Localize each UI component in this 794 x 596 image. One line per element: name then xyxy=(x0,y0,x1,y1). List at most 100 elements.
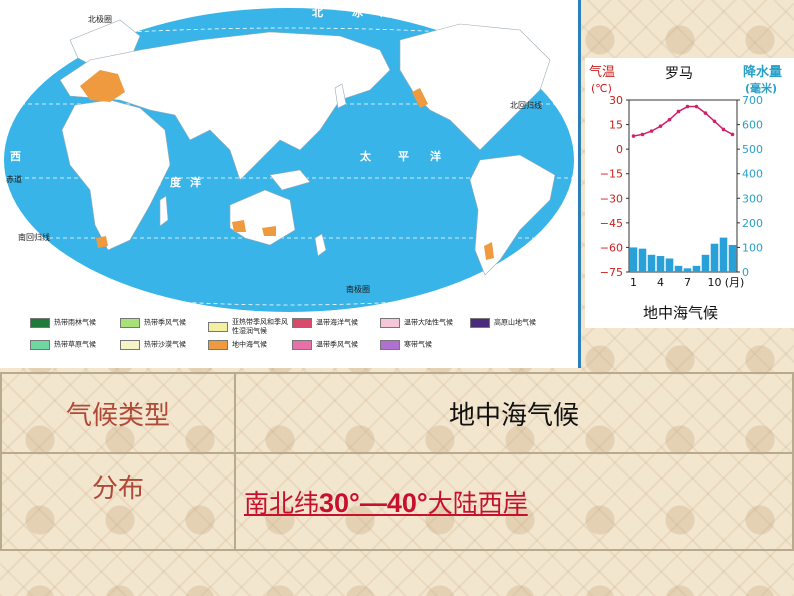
legend-item: 热带草原气候 xyxy=(30,340,96,350)
legend-swatch xyxy=(292,340,312,350)
distribution-part-c: 大陆西岸 xyxy=(427,488,528,518)
label-atlantic-west: 西 xyxy=(10,150,21,163)
label-tropic-n: 北回归线 xyxy=(510,100,542,110)
precipitation-tick-label: 100 xyxy=(742,241,763,254)
chart-caption: 地中海气候 xyxy=(643,304,718,322)
month-tick-label: 1 xyxy=(630,276,637,289)
chart-plot-area: 30 15 0 −15 −30 −45 −60 −75 700 600 500 400 300 200 10… xyxy=(600,94,763,289)
month-unit-label: (月) xyxy=(725,276,745,289)
label-indian-3: 洋 xyxy=(190,175,201,189)
temperature-tick-label: 30 xyxy=(609,94,623,107)
legend-swatch xyxy=(120,318,140,328)
label-pacific-1: 太 xyxy=(359,149,372,163)
label-pacific-2: 平 xyxy=(398,150,409,163)
legend-swatch xyxy=(30,318,50,328)
label-atlantic-da: 大 xyxy=(48,55,59,69)
legend-item: 温带季风气候 xyxy=(292,340,358,350)
legend-item: 寒带气候 xyxy=(380,340,432,350)
legend-swatch xyxy=(30,340,50,350)
temperature-point xyxy=(712,119,717,124)
world-map: 北极圈 南极圈 北回归线 南回归线 赤道 北 冰 洋 印 度 洋 太 平 洋 西… xyxy=(4,5,574,312)
legend-swatch xyxy=(380,340,400,350)
climate-chart-panel: 气温 (℃) 罗马 降水量 (毫米) 30 15 0 −15 −30 −45 −60 −75 7… xyxy=(585,58,794,328)
label-indian-2: 度 xyxy=(170,175,182,189)
temperature-tick-label: 0 xyxy=(616,143,623,156)
precipitation-bar xyxy=(656,256,665,272)
climate-info-table: 气候类型 地中海气候 分布 南北纬30°—40°大陆西岸 xyxy=(0,372,794,551)
precipitation-bar xyxy=(683,268,692,272)
mediterranean-region-south-africa xyxy=(96,236,108,248)
legend-label: 高原山地气候 xyxy=(494,318,536,327)
distribution-part-a: 南北纬 xyxy=(244,488,320,518)
legend-label: 热带沙漠气候 xyxy=(144,340,186,349)
legend-swatch xyxy=(292,318,312,328)
precipitation-axis-unit: (毫米) xyxy=(745,81,777,95)
legend-item: 亚热带季风和季风性湿润气候 xyxy=(208,318,292,336)
precipitation-bar xyxy=(647,254,656,272)
table-row: 分布 南北纬30°—40°大陆西岸 xyxy=(0,452,794,551)
month-tick-label: 4 xyxy=(657,276,664,289)
temperature-line xyxy=(633,105,733,137)
label-pacific-3: 洋 xyxy=(430,149,441,163)
temperature-point xyxy=(676,109,681,114)
precipitation-tick-label: 700 xyxy=(742,94,763,107)
distribution-label: 分布 xyxy=(0,452,236,551)
legend-label: 亚热带季风和季风性湿润气候 xyxy=(232,318,288,335)
temperature-axis-label: 气温 xyxy=(589,64,615,80)
precipitation-bar xyxy=(710,243,719,272)
label-indian-1: 印 xyxy=(150,176,161,189)
legend-label: 热带季风气候 xyxy=(144,318,186,327)
temperature-point xyxy=(694,104,699,109)
legend-item: 热带雨林气候 xyxy=(30,318,96,328)
legend-swatch xyxy=(120,340,140,350)
month-tick-label: 7 xyxy=(684,276,691,289)
legend-swatch xyxy=(380,318,400,328)
precipitation-axis-label: 降水量 xyxy=(743,64,782,80)
temperature-tick-label: −60 xyxy=(600,241,623,254)
label-equator: 赤道 xyxy=(6,174,22,184)
temperature-tick-label: −45 xyxy=(600,217,623,230)
temperature-point xyxy=(703,111,708,115)
legend-label: 热带草原气候 xyxy=(54,340,96,349)
month-tick-label: 10 xyxy=(708,276,722,289)
label-arctic-circle-n: 北极圈 xyxy=(88,14,112,24)
label-arctic-circle-s: 南极圈 xyxy=(346,284,370,294)
map-legend: 热带雨林气候 热带季风气候 亚热带季风和季风性湿润气候 温带海洋气候 温带大陆性气候 高原… xyxy=(30,318,560,362)
temperature-tick-label: −30 xyxy=(600,192,623,205)
temperature-point xyxy=(730,132,735,137)
temperature-point xyxy=(721,127,726,132)
legend-item: 热带季风气候 xyxy=(120,318,186,328)
label-arctic-ocean-3: 洋 xyxy=(380,5,391,19)
legend-label: 温带季风气候 xyxy=(316,340,358,349)
label-tropic-s: 南回归线 xyxy=(18,232,50,242)
precipitation-tick-label: 400 xyxy=(742,168,763,181)
climate-type-label: 气候类型 xyxy=(0,372,236,454)
distribution-value: 南北纬30°—40°大陆西岸 xyxy=(234,452,794,551)
legend-swatch xyxy=(208,340,228,350)
distribution-text: 南北纬30°—40°大陆西岸 xyxy=(244,488,528,518)
legend-label: 温带海洋气候 xyxy=(316,318,358,327)
temperature-point xyxy=(667,117,672,122)
precipitation-bar xyxy=(665,258,674,272)
precipitation-bar xyxy=(719,237,728,272)
legend-item: 高原山地气候 xyxy=(470,318,536,328)
legend-label: 地中海气候 xyxy=(232,340,267,349)
precipitation-bar xyxy=(629,247,638,272)
legend-item: 热带沙漠气候 xyxy=(120,340,186,350)
temperature-tick-label: 15 xyxy=(609,119,623,132)
temperature-point xyxy=(649,129,654,133)
legend-item: 地中海气候 xyxy=(208,340,267,350)
legend-label: 温带大陆性气候 xyxy=(404,318,453,327)
temperature-point xyxy=(658,124,663,129)
temperature-point xyxy=(640,132,645,137)
label-arctic-ocean-1: 北 xyxy=(312,5,323,19)
world-map-panel: 北极圈 南极圈 北回归线 南回归线 赤道 北 冰 洋 印 度 洋 太 平 洋 西… xyxy=(0,0,581,368)
temperature-point xyxy=(685,104,690,109)
precipitation-tick-label: 600 xyxy=(742,119,763,132)
mediterranean-region-australia-w xyxy=(232,220,246,232)
precipitation-tick-label: 200 xyxy=(742,217,763,230)
precipitation-bar xyxy=(692,265,701,272)
label-atlantic-yang: 洋 xyxy=(14,249,25,263)
precipitation-tick-label: 300 xyxy=(742,192,763,205)
precipitation-bar xyxy=(728,244,737,272)
